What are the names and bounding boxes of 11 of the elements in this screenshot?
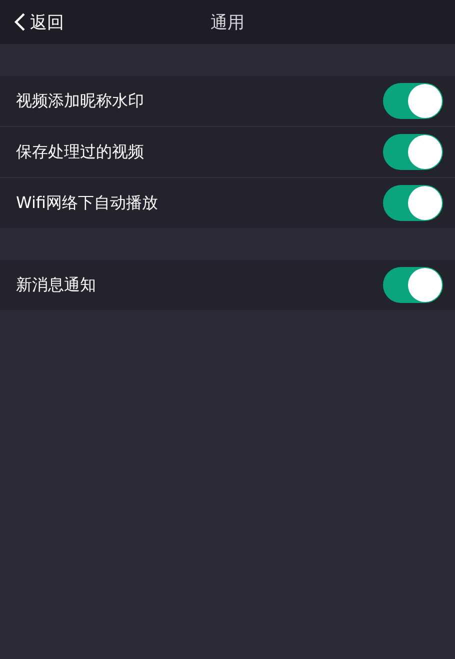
back-icon bbox=[14, 12, 26, 32]
page-title: 通用 bbox=[210, 12, 244, 32]
toggle-switch[interactable] bbox=[383, 185, 443, 221]
setting-label: 新消息通知 bbox=[16, 274, 96, 296]
setting-label: 视频添加昵称水印 bbox=[16, 90, 144, 112]
setting-label: Wifi网络下自动播放 bbox=[16, 192, 158, 214]
toggle-switch[interactable] bbox=[383, 267, 443, 303]
toggle-switch[interactable] bbox=[383, 134, 443, 170]
toggle-switch[interactable] bbox=[383, 83, 443, 119]
back-button[interactable]: 返回 bbox=[0, 10, 70, 34]
setting-label: 保存处理过的视频 bbox=[16, 142, 144, 162]
